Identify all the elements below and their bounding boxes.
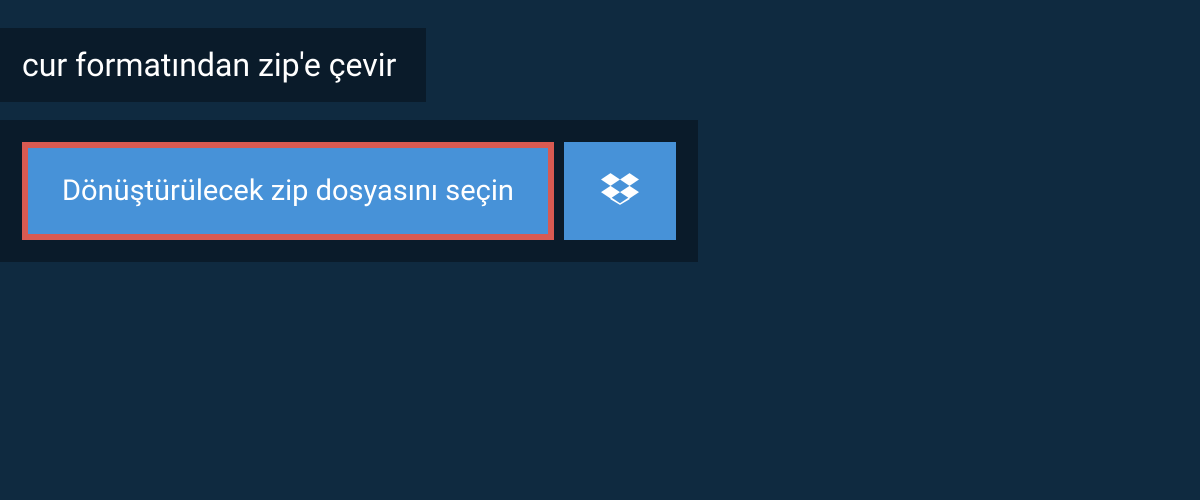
select-file-button-label: Dönüştürülecek zip dosyasını seçin bbox=[62, 174, 514, 208]
select-file-button[interactable]: Dönüştürülecek zip dosyasını seçin bbox=[22, 142, 554, 240]
dropbox-icon bbox=[601, 170, 639, 212]
page-title: cur formatından zip'e çevir bbox=[0, 28, 426, 102]
page-title-text: cur formatından zip'e çevir bbox=[22, 46, 396, 84]
upload-panel: Dönüştürülecek zip dosyasını seçin bbox=[0, 120, 698, 262]
dropbox-button[interactable] bbox=[564, 142, 676, 240]
